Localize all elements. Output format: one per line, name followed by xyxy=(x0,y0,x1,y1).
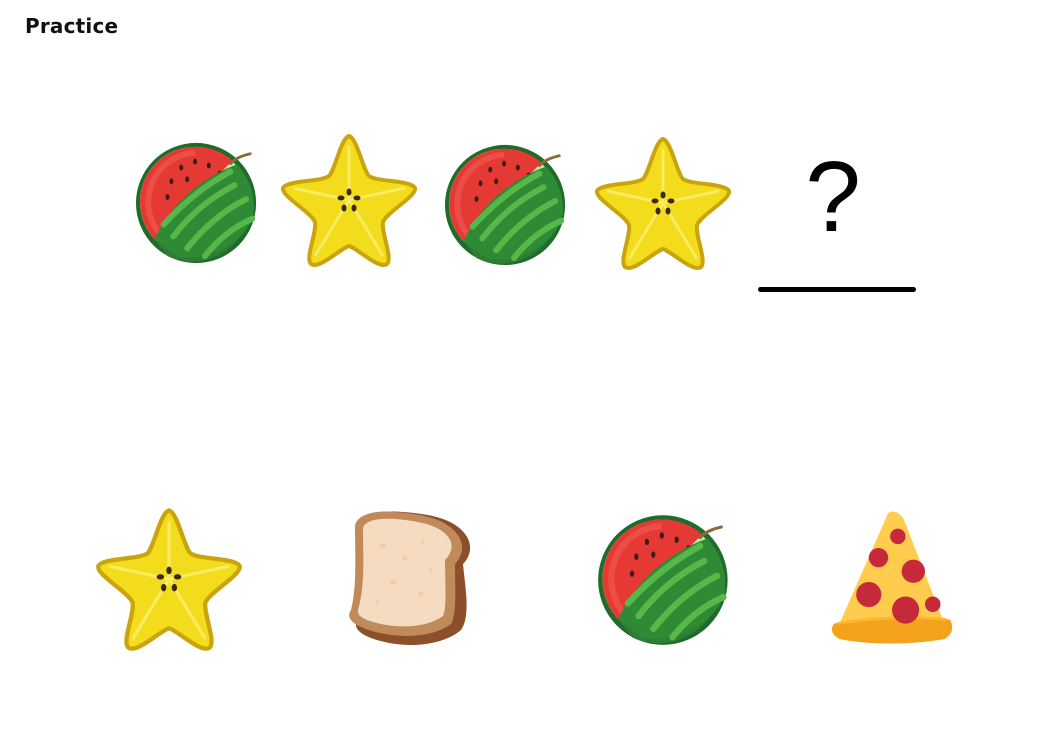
watermelon-icon xyxy=(596,510,734,648)
watermelon-icon xyxy=(134,138,262,266)
option-starfruit[interactable] xyxy=(92,504,246,654)
missing-item-question-mark: ? xyxy=(805,141,861,253)
bread-slice-icon xyxy=(342,506,484,656)
pizza-slice-icon xyxy=(830,506,956,654)
option-bread-slice[interactable] xyxy=(342,506,484,656)
starfruit-icon xyxy=(592,133,734,273)
starfruit-icon xyxy=(278,130,420,270)
watermelon-icon xyxy=(443,140,571,268)
option-pizza-slice[interactable] xyxy=(830,506,956,654)
starfruit-icon xyxy=(92,504,246,654)
page-title: Practice xyxy=(25,14,119,38)
answer-blank-line[interactable] xyxy=(758,287,916,292)
option-watermelon[interactable] xyxy=(596,510,734,648)
